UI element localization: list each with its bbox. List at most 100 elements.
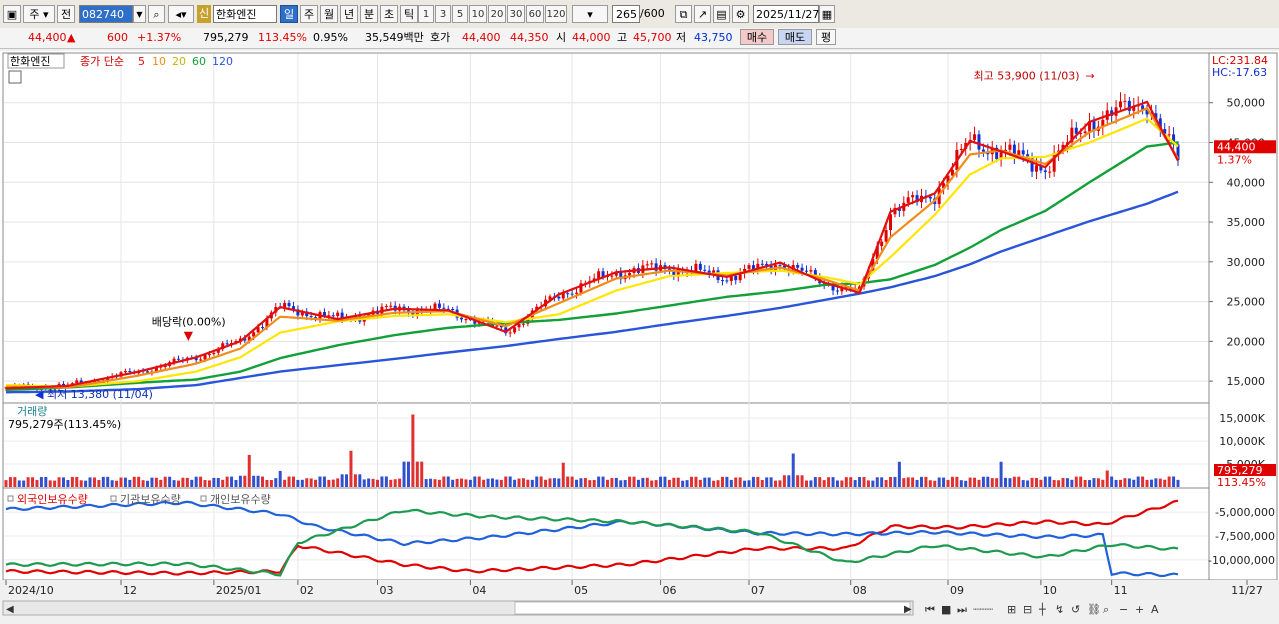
gear-icon[interactable]: ⚙: [732, 5, 749, 23]
volume-bar: [1096, 478, 1100, 487]
candle-body: [336, 312, 340, 317]
volume-bar: [955, 476, 959, 487]
period-dropdown[interactable]: 주 ▾: [23, 5, 55, 23]
volume-bar: [269, 479, 273, 487]
volume-bar: [628, 476, 632, 487]
candle-body: [389, 305, 393, 307]
candle-type-icon[interactable]: ⧉: [675, 5, 692, 23]
quote-open: 44,000: [572, 31, 611, 44]
minute-button-1[interactable]: 1: [418, 5, 434, 23]
window-layout-icon[interactable]: ▣: [3, 5, 21, 23]
holding-legend-2: 개인보유수량: [210, 493, 271, 506]
volume-bar: [128, 479, 132, 487]
current-price-label: 44,400: [1217, 140, 1256, 153]
candle-body: [309, 316, 313, 318]
chart-svg[interactable]: 15,00020,00025,00030,00035,00040,00045,0…: [0, 51, 1279, 621]
volume-bar: [712, 480, 716, 487]
minute-custom-dropdown[interactable]: ▾: [572, 5, 608, 23]
candle-body: [331, 315, 335, 317]
draw-tool-icon[interactable]: ↗: [694, 5, 711, 23]
volume-bar: [911, 477, 915, 487]
eval-button[interactable]: 평: [816, 29, 836, 45]
date-input[interactable]: 2025/11/27: [753, 5, 819, 23]
stock-name-field[interactable]: 한화엔진: [213, 5, 277, 23]
volume-bar: [725, 476, 729, 487]
holding-tick-label: -7,500,000: [1215, 530, 1275, 543]
price-tick-label: 20,000: [1227, 335, 1266, 348]
candle-body: [703, 269, 707, 271]
stock-code-input[interactable]: 082740: [79, 5, 133, 23]
period-button-3[interactable]: 년: [340, 5, 358, 23]
sell-button[interactable]: 매도: [778, 29, 812, 45]
price-tick-label: 15,000: [1227, 375, 1266, 388]
volume-badge-ratio: 113.45%: [1217, 476, 1266, 489]
candle-body: [442, 307, 446, 309]
volume-bar: [490, 478, 494, 487]
volume-bar: [623, 480, 627, 487]
minute-button-60[interactable]: 60: [526, 5, 544, 23]
volume-bar: [694, 476, 698, 487]
buy-button[interactable]: 매수: [740, 29, 774, 45]
volume-bar: [26, 477, 30, 487]
minute-button-10[interactable]: 10: [469, 5, 487, 23]
quote-low-label: 저: [676, 31, 687, 44]
period-button-2[interactable]: 월: [320, 5, 338, 23]
period-button-1[interactable]: 주: [300, 5, 318, 23]
volume-bar: [659, 476, 663, 487]
candle-body: [575, 292, 579, 294]
volume-bar: [327, 479, 331, 487]
volume-bar: [283, 479, 287, 487]
holding-legend-0: 외국인보유수량: [17, 493, 88, 506]
price-tick-label: 30,000: [1227, 256, 1266, 269]
volume-bar: [57, 477, 61, 487]
minute-button-5[interactable]: 5: [452, 5, 468, 23]
volume-bar: [866, 480, 870, 487]
volume-bar: [1061, 477, 1065, 487]
period-button-6[interactable]: 틱: [400, 5, 418, 23]
minute-button-3[interactable]: 3: [435, 5, 451, 23]
minute-button-20[interactable]: 20: [488, 5, 506, 23]
candle-body: [570, 293, 574, 295]
volume-bar: [990, 478, 994, 487]
volume-bar: [1167, 476, 1171, 487]
scroll-right-icon: ▶: [904, 604, 912, 615]
volume-bar: [314, 479, 318, 487]
period-button-0[interactable]: 일: [280, 5, 298, 23]
search-icon[interactable]: ⌕: [148, 5, 165, 23]
volume-bar: [221, 479, 225, 487]
volume-bar: [110, 480, 114, 487]
volume-bar: [995, 478, 999, 487]
bar-count-input[interactable]: 265: [612, 5, 640, 23]
volume-bar: [636, 479, 640, 487]
minute-button-30[interactable]: 30: [507, 5, 525, 23]
volume-bar: [831, 477, 835, 487]
volume-bar: [318, 476, 322, 487]
candle-body: [973, 134, 977, 140]
volume-bar: [53, 480, 57, 487]
x-tick-label: 06: [663, 584, 677, 597]
volume-bar: [468, 479, 472, 487]
quote-change-pct: +1.37%: [137, 31, 182, 44]
volume-bar: [880, 477, 884, 487]
candle-body: [884, 230, 888, 242]
volume-bar: [256, 475, 260, 487]
prev-stock-button[interactable]: 전: [57, 5, 75, 23]
volume-bar: [977, 479, 981, 487]
minute-button-120[interactable]: 120: [545, 5, 567, 23]
period-button-4[interactable]: 분: [360, 5, 378, 23]
period-button-5[interactable]: 초: [380, 5, 398, 23]
volume-bar: [1176, 479, 1180, 487]
x-tick-label: 04: [472, 584, 486, 597]
volume-bar: [862, 477, 866, 487]
volume-bar: [1021, 480, 1025, 487]
calendar-icon[interactable]: ▦: [819, 5, 835, 23]
volume-bar: [1114, 479, 1118, 487]
y-axis-frame: [1208, 52, 1278, 581]
volume-bar: [300, 479, 304, 487]
save-icon[interactable]: ▤: [713, 5, 730, 23]
candle-body: [698, 263, 702, 270]
volume-bar: [632, 476, 636, 487]
volume-bar: [358, 474, 362, 487]
sound-icon[interactable]: ◂▾: [168, 5, 194, 23]
code-dropdown-icon[interactable]: ▼: [133, 5, 146, 23]
